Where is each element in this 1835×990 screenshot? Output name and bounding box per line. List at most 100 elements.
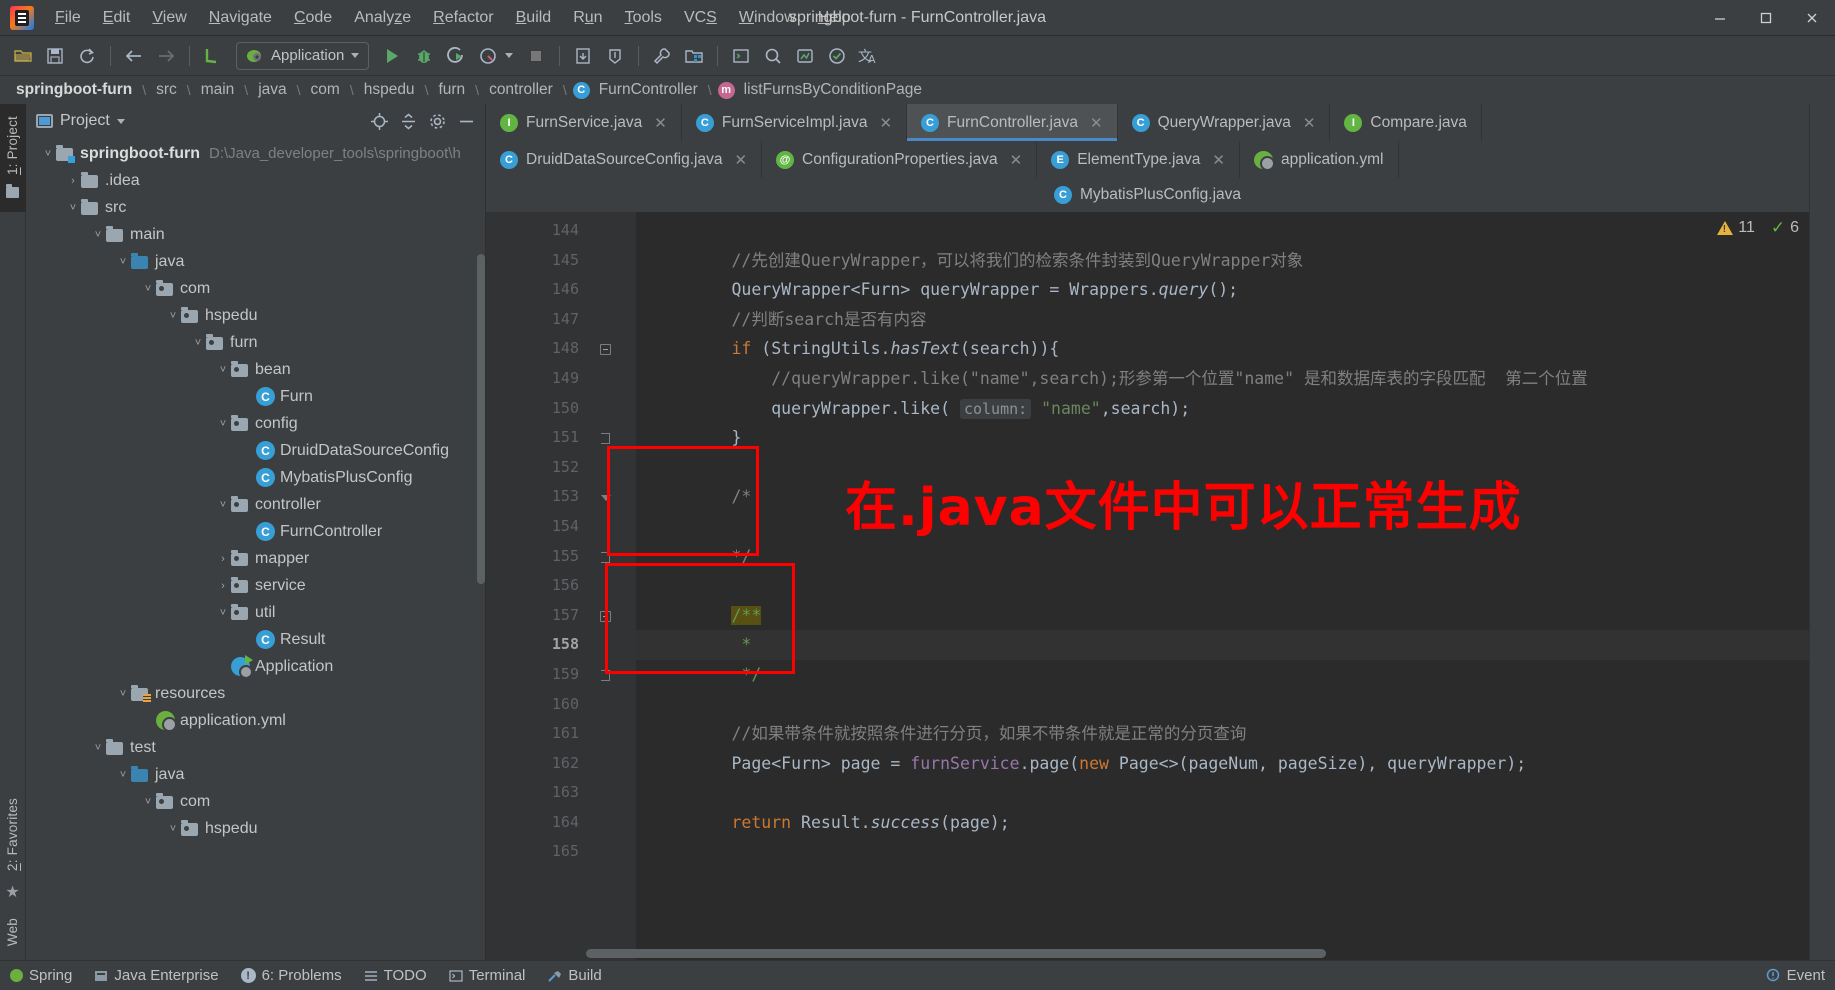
save-icon[interactable] <box>40 42 70 70</box>
status-item-build[interactable]: Build <box>547 967 602 984</box>
chevron-down-icon[interactable]: ˅ <box>165 823 181 835</box>
tree-item-resources[interactable]: ˅ resources <box>26 680 485 707</box>
breadcrumb-item-7[interactable]: controller <box>485 80 557 100</box>
close-icon[interactable]: ✕ <box>1212 151 1225 169</box>
close-icon[interactable]: ✕ <box>1303 114 1316 132</box>
tree-item-hspedu[interactable]: ˅ hspedu <box>26 302 485 329</box>
fold-expand-icon[interactable] <box>599 491 612 504</box>
tree-item-config[interactable]: ˅ config <box>26 410 485 437</box>
code-line[interactable]: */ <box>636 660 1809 690</box>
editor-tab-druiddatasourceconfig-java[interactable]: C DruidDataSourceConfig.java ✕ <box>486 141 763 178</box>
code-line[interactable]: } <box>636 423 1809 453</box>
warning-count[interactable]: 11 <box>1717 219 1755 237</box>
chevron-down-icon[interactable]: ˅ <box>115 688 131 700</box>
install-icon[interactable] <box>600 42 630 70</box>
menu-file[interactable]: File <box>44 5 92 31</box>
tree-item-com[interactable]: ˅ com <box>26 788 485 815</box>
chevron-down-icon[interactable]: ˅ <box>140 796 156 808</box>
chevron-down-icon[interactable]: ˅ <box>90 229 106 241</box>
menu-navigate[interactable]: Navigate <box>198 5 283 31</box>
tree-item-src[interactable]: ˅ src <box>26 194 485 221</box>
code-line[interactable]: if (StringUtils.hasText(search)){ <box>636 334 1809 364</box>
tree-item-java[interactable]: ˅ java <box>26 248 485 275</box>
sidebar-item-project[interactable]: 1: Project <box>2 110 23 181</box>
open-folder-icon[interactable] <box>8 42 38 70</box>
sync-icon[interactable] <box>72 42 102 70</box>
tree-item-service[interactable]: › service <box>26 572 485 599</box>
chevron-down-icon[interactable]: ˅ <box>190 337 206 349</box>
code-line[interactable]: Page<Furn> page = furnService.page(new P… <box>636 749 1809 779</box>
menu-edit[interactable]: Edit <box>92 5 142 31</box>
breadcrumb-item-8[interactable]: C FurnController <box>572 80 702 100</box>
tree-item-result[interactable]: C Result <box>26 626 485 653</box>
undo-icon[interactable] <box>198 42 228 70</box>
editor-tab-compare-java[interactable]: I Compare.java <box>1330 104 1482 141</box>
sidebar-item-favorites[interactable]: 2: Favorites <box>2 792 23 877</box>
editor-tab-furnserviceimpl-java[interactable]: C FurnServiceImpl.java ✕ <box>682 104 908 141</box>
tree-item-test[interactable]: ˅ test <box>26 734 485 761</box>
tree-item-furncontroller[interactable]: C FurnController <box>26 518 485 545</box>
close-icon[interactable]: ✕ <box>1090 114 1103 132</box>
editor-horizontal-scrollbar[interactable] <box>586 949 1326 958</box>
tree-item-furn[interactable]: ˅ furn <box>26 329 485 356</box>
tree-item-bean[interactable]: ˅ bean <box>26 356 485 383</box>
code-content[interactable]: //先创建QueryWrapper，可以将我们的检索条件封装到QueryWrap… <box>636 212 1809 960</box>
tree-item--idea[interactable]: › .idea <box>26 167 485 194</box>
tree-item-hspedu[interactable]: ˅ hspedu <box>26 815 485 842</box>
menu-window[interactable]: Window <box>728 5 807 31</box>
chevron-down-icon[interactable]: ˅ <box>40 148 56 160</box>
code-line[interactable] <box>636 571 1809 601</box>
chevron-down-icon[interactable]: ˅ <box>215 499 231 511</box>
profiler-chevron-icon[interactable] <box>505 53 514 58</box>
run-configuration-selector[interactable]: Application <box>236 41 370 70</box>
breadcrumb-item-9[interactable]: m listFurnsByConditionPage <box>717 80 926 100</box>
menu-help[interactable]: Help <box>807 5 862 31</box>
status-item-terminal[interactable]: Terminal <box>449 967 525 984</box>
code-editor[interactable]: 144 145 146 147 148 149 150 151 152 153 154 155 156 1… <box>486 212 1809 960</box>
fold-end-icon[interactable] <box>599 669 612 682</box>
chevron-down-icon[interactable]: ˅ <box>65 202 81 214</box>
forward-arrow-icon[interactable] <box>151 42 181 70</box>
menu-analyze[interactable]: Analyze <box>343 5 422 31</box>
tree-item-application-yml[interactable]: application.yml <box>26 707 485 734</box>
tree-item-application[interactable]: Application <box>26 653 485 680</box>
close-icon[interactable]: ✕ <box>734 151 747 169</box>
collapse-all-icon[interactable] <box>395 109 421 133</box>
sidebar-item-web[interactable]: Web <box>2 912 23 952</box>
tree-item-furn[interactable]: C Furn <box>26 383 485 410</box>
fold-collapse-icon[interactable] <box>599 343 612 356</box>
profiler-icon[interactable] <box>473 42 503 70</box>
terminal-icon[interactable] <box>726 42 756 70</box>
check-circle-icon[interactable] <box>822 42 852 70</box>
star-icon[interactable]: ★ <box>5 882 19 902</box>
status-item-problems[interactable]: ! 6: Problems <box>240 967 342 984</box>
editor-tab-furncontroller-java[interactable]: C FurnController.java ✕ <box>907 104 1118 141</box>
chevron-down-icon[interactable] <box>116 118 125 124</box>
menu-vcs[interactable]: VCS <box>673 5 728 31</box>
editor-tab-querywrapper-java[interactable]: C QueryWrapper.java ✕ <box>1118 104 1331 141</box>
breadcrumb-item-1[interactable]: src <box>152 80 181 100</box>
breadcrumb-item-5[interactable]: hspedu <box>360 80 419 100</box>
chevron-right-icon[interactable]: › <box>215 553 231 565</box>
code-line[interactable]: //如果带条件就按照条件进行分页，如果不带条件就是正常的分页查询 <box>636 719 1809 749</box>
stop-icon[interactable] <box>521 42 551 70</box>
close-icon[interactable]: ✕ <box>879 114 892 132</box>
menu-tools[interactable]: Tools <box>614 5 673 31</box>
editor-tab-elementtype-java[interactable]: E ElementType.java ✕ <box>1037 141 1240 178</box>
breadcrumb-item-3[interactable]: java <box>254 80 290 100</box>
close-icon[interactable]: ✕ <box>654 114 667 132</box>
fold-end-icon[interactable] <box>599 432 612 445</box>
code-line[interactable]: queryWrapper.like( column: "name",search… <box>636 394 1809 424</box>
status-item-todo[interactable]: TODO <box>364 967 427 984</box>
chevron-right-icon[interactable]: › <box>65 175 81 187</box>
code-line[interactable]: //先创建QueryWrapper，可以将我们的检索条件封装到QueryWrap… <box>636 246 1809 276</box>
breadcrumb-item-2[interactable]: main <box>197 80 239 100</box>
chevron-down-icon[interactable]: ˅ <box>115 769 131 781</box>
editor-tab-application-yml[interactable]: application.yml <box>1240 141 1399 178</box>
minimize-button[interactable] <box>1697 0 1743 36</box>
code-line[interactable]: QueryWrapper<Furn> queryWrapper = Wrappe… <box>636 275 1809 305</box>
settings-wrench-icon[interactable] <box>647 42 677 70</box>
menu-view[interactable]: View <box>141 5 197 31</box>
code-line[interactable] <box>636 690 1809 720</box>
tree-item-com[interactable]: ˅ com <box>26 275 485 302</box>
